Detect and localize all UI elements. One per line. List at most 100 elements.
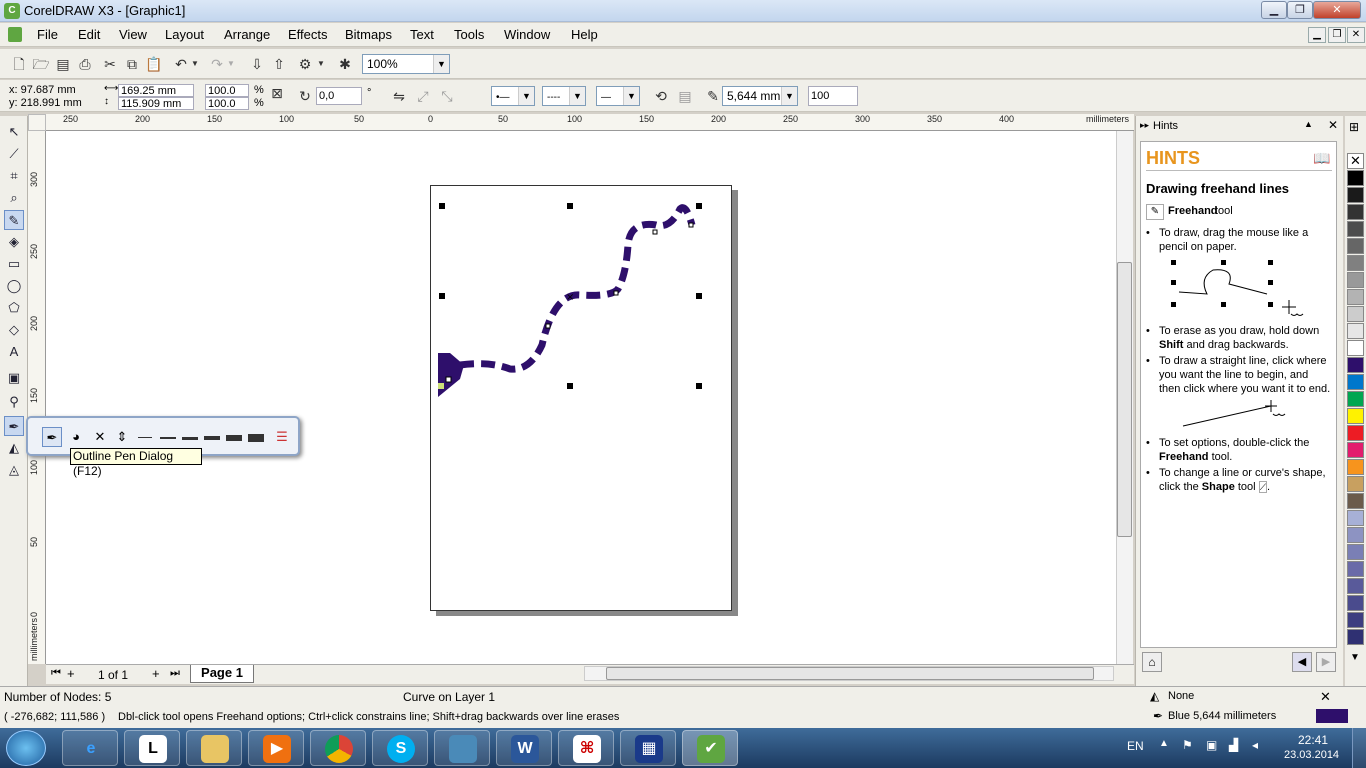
doc-close-button[interactable]: ✕: [1347, 27, 1365, 43]
tray-app-icon[interactable]: ▣: [1206, 738, 1217, 752]
minimize-button[interactable]: ▁: [1261, 1, 1287, 19]
taskbar-photo-viewer[interactable]: [434, 730, 490, 766]
freehand-tool-icon[interactable]: ✎: [4, 210, 24, 230]
open-icon[interactable]: 🗁: [32, 55, 50, 73]
menu-edit[interactable]: Edit: [78, 27, 100, 42]
color-swatch-blue[interactable]: [1347, 357, 1364, 373]
curve-start-blob[interactable]: [438, 353, 464, 397]
color-swatch[interactable]: [1347, 204, 1364, 220]
color-swatch[interactable]: [1347, 306, 1364, 322]
close-button[interactable]: ✕: [1313, 1, 1361, 19]
taskbar-save-app[interactable]: ▦: [620, 730, 676, 766]
angle-field[interactable]: 0,0: [316, 87, 362, 105]
height-field[interactable]: 115.909 mm: [118, 97, 194, 110]
color-swatch[interactable]: [1347, 459, 1364, 475]
redo-icon[interactable]: ↷: [208, 55, 226, 73]
zoom-levels-combo[interactable]: 100% ▼: [362, 54, 450, 74]
selection-handle[interactable]: [696, 383, 702, 389]
clock-time[interactable]: 22:41: [1298, 733, 1328, 747]
color-swatch[interactable]: [1347, 391, 1364, 407]
menu-window[interactable]: Window: [504, 27, 550, 42]
ellipse-tool-icon[interactable]: ◯: [4, 276, 24, 296]
color-swatch[interactable]: [1347, 408, 1364, 424]
chevron-down-icon[interactable]: ▼: [569, 87, 585, 105]
center-marker[interactable]: ×: [566, 292, 574, 303]
color-swatch[interactable]: [1347, 442, 1364, 458]
add-page-after-icon[interactable]: +: [152, 666, 160, 681]
taskbar-explorer[interactable]: [186, 730, 242, 766]
freehand-smoothing-field[interactable]: 100: [808, 86, 858, 106]
color-swatch[interactable]: [1347, 561, 1364, 577]
wrap-text-icon[interactable]: ⟲: [652, 87, 670, 105]
y-position[interactable]: y: 218.991 mm: [9, 97, 82, 109]
color-swatch[interactable]: [1347, 221, 1364, 237]
x-position[interactable]: x: 97.687 mm: [9, 84, 76, 96]
zoom-tool-icon[interactable]: ⌕: [4, 188, 24, 208]
redo-dropdown-icon[interactable]: ▼: [226, 55, 236, 73]
color-swatch[interactable]: [1347, 289, 1364, 305]
basic-shapes-tool-icon[interactable]: ◇: [4, 320, 24, 340]
tray-volume-icon[interactable]: ◂: [1252, 738, 1258, 752]
add-page-before-icon[interactable]: +: [67, 666, 75, 681]
selection-handle[interactable]: [567, 203, 573, 209]
outline-tool-icon[interactable]: ✒: [4, 416, 24, 436]
color-swatch[interactable]: [1347, 170, 1364, 186]
color-swatch[interactable]: [1347, 629, 1364, 645]
to-back-icon[interactable]: ▤: [676, 87, 694, 105]
curve-start-node[interactable]: [438, 383, 444, 389]
interactive-blend-tool-icon[interactable]: ▣: [4, 368, 24, 388]
freehand-curve-drawing[interactable]: ×: [430, 185, 732, 611]
first-page-icon[interactable]: ⏮: [51, 667, 61, 680]
color-docker-button[interactable]: ☰: [272, 427, 292, 447]
taskbar-skype[interactable]: S: [372, 730, 428, 766]
chevron-down-icon[interactable]: ▼: [518, 87, 534, 105]
menu-view[interactable]: View: [119, 27, 147, 42]
doc-restore-button[interactable]: ❐: [1328, 27, 1346, 43]
hairline-outline-button[interactable]: ⇕: [112, 427, 132, 447]
curve-node[interactable]: [652, 229, 658, 235]
color-swatch[interactable]: [1347, 612, 1364, 628]
color-swatch[interactable]: [1347, 476, 1364, 492]
color-swatch[interactable]: [1347, 238, 1364, 254]
menu-file[interactable]: File: [37, 27, 58, 42]
selection-handle[interactable]: [696, 293, 702, 299]
rectangle-tool-icon[interactable]: ▭: [4, 254, 24, 274]
color-swatch[interactable]: [1347, 544, 1364, 560]
cut-icon[interactable]: ✂: [101, 55, 119, 73]
tray-flag-icon[interactable]: ⚑: [1182, 738, 1193, 752]
color-swatch[interactable]: [1347, 595, 1364, 611]
menu-effects[interactable]: Effects: [288, 27, 328, 42]
color-swatch[interactable]: [1347, 493, 1364, 509]
undo-icon[interactable]: ↶: [172, 55, 190, 73]
auto-close-curve-icon[interactable]: ⤢: [414, 87, 432, 105]
color-swatch[interactable]: [1347, 340, 1364, 356]
hints-forward-button[interactable]: ▶: [1316, 652, 1336, 672]
outline-color-swatch[interactable]: [1316, 709, 1348, 723]
last-page-icon[interactable]: ⏭: [170, 667, 180, 680]
chevron-down-icon[interactable]: ▼: [623, 87, 639, 105]
color-swatch[interactable]: [1347, 187, 1364, 203]
scale-x-field[interactable]: 100.0: [205, 84, 249, 97]
new-icon[interactable]: 🗋: [10, 55, 28, 73]
outline-width-option[interactable]: [248, 434, 264, 442]
color-swatch[interactable]: [1347, 323, 1364, 339]
application-launcher-icon[interactable]: ⚙: [296, 55, 314, 73]
tab-page-1[interactable]: Page 1: [190, 665, 254, 683]
taskbar-word[interactable]: W: [496, 730, 552, 766]
color-swatch[interactable]: [1347, 272, 1364, 288]
clock-date[interactable]: 23.03.2014: [1284, 749, 1339, 761]
welcome-screen-icon[interactable]: ✱: [336, 55, 354, 73]
docker-collapse-icon[interactable]: ▲: [1304, 119, 1313, 129]
doc-minimize-button[interactable]: ▁: [1308, 27, 1326, 43]
color-swatch[interactable]: [1347, 425, 1364, 441]
hints-back-button[interactable]: ◀: [1292, 652, 1312, 672]
taskbar-acrobat[interactable]: ⌘: [558, 730, 614, 766]
polygon-tool-icon[interactable]: ⬠: [4, 298, 24, 318]
document-icon[interactable]: [8, 27, 22, 42]
palette-scroll-down-icon[interactable]: ▼: [1350, 652, 1360, 663]
menu-tools[interactable]: Tools: [454, 27, 484, 42]
taskbar-app-l[interactable]: L: [124, 730, 180, 766]
vertical-ruler[interactable]: 300 250 200 150 100 50 0 millimeters: [28, 131, 46, 664]
export-icon[interactable]: ⇧: [270, 55, 288, 73]
color-swatch[interactable]: [1347, 578, 1364, 594]
